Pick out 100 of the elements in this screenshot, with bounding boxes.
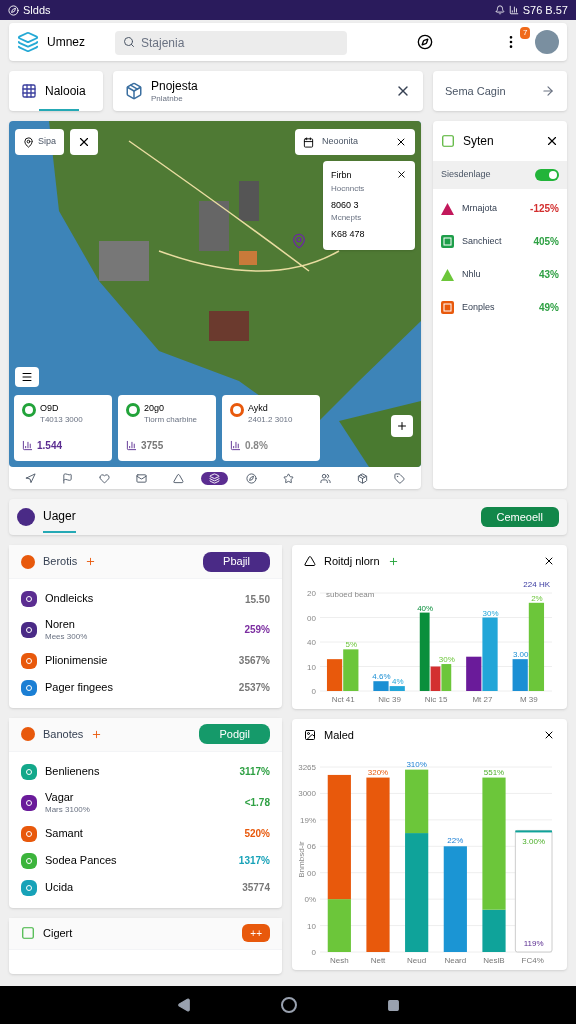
compass-icon: [246, 472, 258, 484]
axis-label: 0: [311, 687, 316, 696]
value-label: 5%: [345, 640, 358, 650]
triangle-icon: [172, 472, 184, 484]
logo-icon: [17, 31, 39, 53]
mail-icon: [135, 472, 147, 484]
item-label: Mrnajota: [462, 201, 498, 215]
stats-icon: [230, 440, 241, 451]
card-button[interactable]: Podgil: [199, 724, 270, 745]
card-button[interactable]: Pbajil: [203, 551, 270, 572]
row-label: Vagar: [45, 790, 75, 805]
arrow-icon: [541, 84, 555, 98]
compass-icon[interactable]: [417, 34, 433, 50]
map-card[interactable]: O9D T4013 3000 1.544: [14, 395, 112, 461]
card-subtitle: Tiorm charbine: [144, 414, 198, 427]
menu-icon: [21, 371, 33, 383]
axis-label: NeslB: [483, 956, 505, 965]
map-card[interactable]: Aykd 2401.2 3010 0.8%: [222, 395, 320, 461]
card-title: Cigert: [43, 925, 74, 941]
value-label: 2%: [531, 593, 543, 603]
place-chip[interactable]: Neoonita: [295, 129, 415, 155]
row-value: 2537%: [238, 681, 270, 696]
item-value: 405%: [533, 235, 559, 249]
popup-code: K68 478: [331, 228, 366, 241]
row-label: Benlienens: [45, 764, 101, 779]
add-button[interactable]: ++: [242, 924, 270, 942]
menu-button[interactable]: [15, 367, 39, 387]
row-value: 259%: [244, 623, 270, 638]
home-icon[interactable]: [280, 997, 297, 1013]
row-value: 1317%: [238, 854, 270, 868]
value-label: 310%: [406, 759, 427, 769]
compass-icon: [8, 4, 19, 16]
row-label: Pager fingees: [45, 680, 114, 695]
close-icon[interactable]: [545, 134, 559, 148]
plus-icon: [91, 728, 103, 740]
tooltip-value: 119%: [523, 939, 544, 948]
signal-icon: [508, 5, 519, 15]
value-label: 551%: [483, 767, 505, 777]
axis-label: 00: [307, 868, 316, 878]
row-sublabel: Mars 3100%: [45, 804, 91, 815]
star-icon: [283, 472, 295, 484]
stats-icon: [22, 440, 33, 451]
card-value: 3755: [141, 439, 164, 453]
card-title: 20g0: [144, 403, 166, 415]
section-tab[interactable]: Uager: [43, 501, 76, 533]
recents-icon[interactable]: [386, 998, 400, 1012]
tooltip-value: 3.00%: [522, 837, 545, 847]
axis-label: Nic 39: [378, 695, 401, 704]
popup-value: 8060 3: [331, 198, 360, 212]
row-label: Sodea Pances: [45, 853, 118, 868]
app-title: Umnez: [47, 34, 86, 51]
close-icon[interactable]: [396, 169, 407, 180]
row-label: Plionimensie: [45, 653, 109, 668]
status-app: Sldds: [23, 2, 51, 18]
zoom-in-button[interactable]: [391, 415, 413, 437]
axis-label: M 39: [519, 695, 538, 704]
axis-label: Neud: [407, 956, 427, 965]
close-icon[interactable]: [543, 555, 555, 567]
row-label: Ucida: [45, 880, 75, 895]
axis-label: 40: [307, 638, 316, 647]
card-value: 0.8%: [245, 439, 268, 453]
toggle-switch[interactable]: [535, 169, 559, 181]
card-title: Banotes: [43, 727, 84, 742]
pin-icon: [23, 136, 34, 148]
value-label: 4%: [391, 677, 404, 687]
stats-icon: [126, 440, 137, 451]
navigation-icon: [25, 472, 36, 484]
tab[interactable]: Pnojesta Pnlatnbe: [113, 71, 423, 111]
item-value: -125%: [530, 202, 559, 216]
row-value: 3117%: [239, 765, 270, 780]
close-icon[interactable]: [395, 136, 407, 148]
card-subtitle: T4013 3000: [40, 414, 83, 427]
heart-icon: [98, 472, 110, 484]
close-button[interactable]: [70, 129, 98, 155]
people-icon: [320, 472, 332, 484]
section-button[interactable]: Cemeoell: [480, 507, 559, 527]
value-label: 30%: [438, 655, 455, 665]
tab[interactable]: Nalooia: [9, 71, 103, 111]
toolbar-button[interactable]: [201, 471, 229, 485]
axis-label: 3265: [298, 763, 316, 772]
triangle-icon: [304, 555, 316, 567]
card-value: 1.544: [37, 439, 63, 453]
close-icon[interactable]: [543, 729, 555, 741]
tab[interactable]: Sema Cagin: [433, 71, 567, 111]
axis-label: Nic 15: [424, 695, 448, 704]
avatar[interactable]: [535, 30, 559, 54]
value-label: 40%: [417, 603, 434, 613]
map-card[interactable]: 20g0 Tiorm charbine 3755: [118, 395, 216, 461]
back-icon[interactable]: [176, 998, 191, 1012]
axis-label: 06: [307, 842, 316, 852]
axis-label: 0%: [304, 895, 316, 905]
row-label: Ondleicks: [45, 592, 95, 606]
box-icon: [357, 472, 368, 484]
row-sublabel: Mees 300%: [45, 631, 89, 642]
search-chip[interactable]: Sipa: [15, 129, 64, 155]
search-field[interactable]: Stajenia: [115, 30, 347, 55]
toggle-label: Siesdenlage: [441, 168, 492, 182]
layers-icon: [209, 472, 221, 484]
value-label: 30%: [482, 608, 499, 618]
axis-label: 0: [311, 948, 316, 957]
